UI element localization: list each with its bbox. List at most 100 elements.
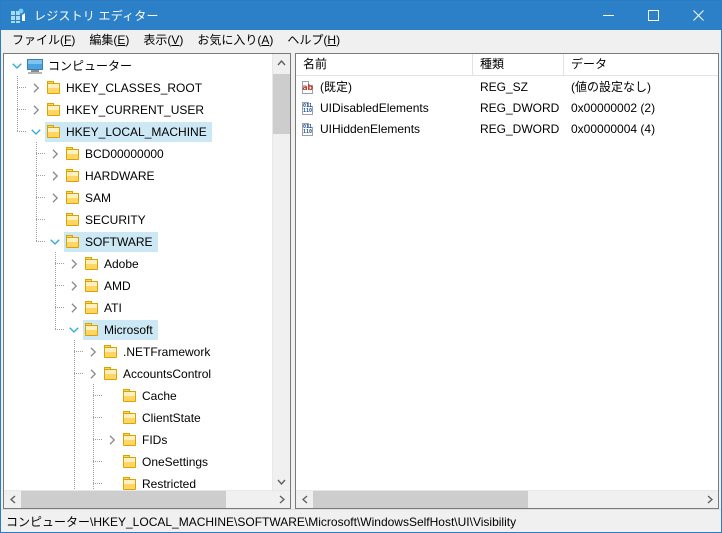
tree-node-hit[interactable]: Restricted <box>121 474 201 490</box>
folder-icon <box>103 367 119 381</box>
values-hscroll-thumb[interactable] <box>313 491 528 508</box>
tree-node-hkey-current-user[interactable]: HKEY_CURRENT_USER <box>4 98 272 121</box>
chevron-right-icon[interactable] <box>66 278 82 294</box>
value-row[interactable]: ab (既定) REG_SZ (値の設定なし) <box>296 77 718 98</box>
tree-hscroll-thumb[interactable] <box>21 491 226 508</box>
tree-node-hit[interactable]: FIDs <box>121 430 172 450</box>
menu-help[interactable]: ヘルプ(H) <box>280 31 347 51</box>
menu-file[interactable]: ファイル(F) <box>5 31 82 51</box>
tree-node-hit[interactable]: AMD <box>83 276 136 296</box>
tree-node-bcd00000000[interactable]: BCD00000000 <box>4 142 272 165</box>
tree-node-hit[interactable]: Cache <box>121 386 182 406</box>
tree-node-hardware[interactable]: HARDWARE <box>4 164 272 187</box>
tree-node-amd[interactable]: AMD <box>4 274 272 297</box>
tree-node-cache[interactable]: Cache <box>4 384 272 407</box>
tree-node-label: .NETFramework <box>123 345 211 359</box>
tree-node-hit[interactable]: .NETFramework <box>102 342 215 362</box>
chevron-down-icon[interactable] <box>28 124 44 140</box>
tree-scroll-area[interactable]: コンピューター HKEY_CLASSES_ROOT HKEY_CURRENT_USE… <box>4 54 272 490</box>
tree-scroll-down-button[interactable] <box>273 473 290 490</box>
tree-node-hit[interactable]: AccountsControl <box>102 364 216 384</box>
chevron-right-icon[interactable] <box>28 102 44 118</box>
chevron-down-icon[interactable] <box>9 58 25 74</box>
tree-node-hit[interactable]: SAM <box>64 188 116 208</box>
tree-node-software[interactable]: SOFTWARE <box>4 230 272 253</box>
tree-node-accountscontrol[interactable]: AccountsControl <box>4 362 272 385</box>
value-data-cell: (値の設定なし) <box>571 80 651 94</box>
tree-node-clientstate[interactable]: ClientState <box>4 406 272 429</box>
value-data-cell: 0x00000004 (4) <box>571 122 656 136</box>
chevron-right-icon[interactable] <box>104 432 120 448</box>
tree-guide-line <box>55 263 65 264</box>
menu-edit[interactable]: 編集(E) <box>82 31 136 51</box>
tree-node-security[interactable]: SECURITY <box>4 208 272 231</box>
tree-node-hit[interactable]: HKEY_CLASSES_ROOT <box>45 78 207 98</box>
tree-scroll-up-button[interactable] <box>273 54 290 71</box>
tree-scroll-right-button[interactable] <box>273 491 290 508</box>
tree-node-hit[interactable]: SOFTWARE <box>64 232 158 252</box>
tree-node-netframework[interactable]: .NETFramework <box>4 340 272 363</box>
values-list[interactable]: ab (既定) REG_SZ (値の設定なし) 011 110 UIDisabledElem… <box>296 76 718 490</box>
tree-vertical-scrollbar[interactable] <box>272 54 290 490</box>
tree-node-hit[interactable]: Microsoft <box>83 320 158 340</box>
chevron-down-icon[interactable] <box>47 234 63 250</box>
tree-node-hkey-local-machine[interactable]: HKEY_LOCAL_MACHINE <box>4 120 272 143</box>
value-row[interactable]: 011 110 UIHiddenElements REG_DWORD 0x0000000… <box>296 119 718 140</box>
tree-node-onesettings[interactable]: OneSettings <box>4 450 272 473</box>
value-name-cell[interactable]: 011 110 UIDisabledElements <box>296 98 473 119</box>
tree-node-hit[interactable]: ClientState <box>121 408 206 428</box>
tree-node-microsoft[interactable]: Microsoft <box>4 318 272 341</box>
chevron-right-icon[interactable] <box>47 190 63 206</box>
tree-scroll-thumb[interactable] <box>273 74 290 134</box>
close-button[interactable] <box>676 1 721 30</box>
column-header-data[interactable]: データ <box>564 54 718 75</box>
tree-scroll-left-button[interactable] <box>4 491 21 508</box>
value-name-cell[interactable]: ab (既定) <box>296 77 473 98</box>
tree-node-hit[interactable]: HARDWARE <box>64 166 160 186</box>
chevron-right-icon[interactable] <box>85 366 101 382</box>
tree-node-hit[interactable]: SECURITY <box>64 210 151 230</box>
column-header-type[interactable]: 種類 <box>473 54 564 75</box>
chevron-right-icon[interactable] <box>85 344 101 360</box>
tree-horizontal-scrollbar[interactable] <box>4 490 290 508</box>
tree-guide-line <box>36 175 46 176</box>
values-scroll-left-button[interactable] <box>296 491 313 508</box>
tree-node-hit[interactable]: コンピューター <box>26 56 137 76</box>
title-bar[interactable]: レジストリ エディター <box>1 1 721 30</box>
tree-node-adobe[interactable]: Adobe <box>4 252 272 275</box>
tree-node-hit[interactable]: HKEY_LOCAL_MACHINE <box>45 122 212 142</box>
tree-node-restricted[interactable]: Restricted <box>4 472 272 490</box>
menu-favorites[interactable]: お気に入り(A) <box>190 31 280 51</box>
tree-node-hkey-classes-root[interactable]: HKEY_CLASSES_ROOT <box>4 76 272 99</box>
value-row[interactable]: 011 110 UIDisabledElements REG_DWORD 0x00000… <box>296 98 718 119</box>
registry-editor-window: レジストリ エディター ファイル(F) 編集(E) 表示(V) お気に入り(A)… <box>0 0 722 533</box>
tree-node-hit[interactable]: HKEY_CURRENT_USER <box>45 100 209 120</box>
chevron-down-icon[interactable] <box>66 322 82 338</box>
tree-hscroll-track[interactable] <box>21 491 273 508</box>
chevron-right-icon[interactable] <box>47 146 63 162</box>
tree-node-sam[interactable]: SAM <box>4 186 272 209</box>
chevron-right-icon[interactable] <box>28 80 44 96</box>
value-name-cell[interactable]: 011 110 UIHiddenElements <box>296 119 473 140</box>
tree-node-fids[interactable]: FIDs <box>4 428 272 451</box>
tree-scroll-track[interactable] <box>273 71 290 473</box>
menu-view[interactable]: 表示(V) <box>136 31 190 51</box>
chevron-right-icon[interactable] <box>66 300 82 316</box>
chevron-right-icon[interactable] <box>66 256 82 272</box>
tree-node-hit[interactable]: OneSettings <box>121 452 213 472</box>
maximize-button[interactable] <box>631 1 676 30</box>
tree-node-label: FIDs <box>142 433 168 447</box>
tree-guide-line <box>74 384 75 406</box>
values-hscroll-track[interactable] <box>313 491 701 508</box>
minimize-button[interactable] <box>586 1 631 30</box>
tree-node-[interactable]: コンピューター <box>4 55 272 77</box>
tree-node-hit[interactable]: ATI <box>83 298 127 318</box>
tree-node-hit[interactable]: Adobe <box>83 254 144 274</box>
values-horizontal-scrollbar[interactable] <box>296 490 718 508</box>
chevron-right-icon[interactable] <box>47 168 63 184</box>
menu-help-text: ヘルプ( <box>287 33 328 47</box>
column-header-name[interactable]: 名前 <box>296 54 473 75</box>
values-scroll-right-button[interactable] <box>701 491 718 508</box>
tree-node-hit[interactable]: BCD00000000 <box>64 144 169 164</box>
tree-node-ati[interactable]: ATI <box>4 296 272 319</box>
